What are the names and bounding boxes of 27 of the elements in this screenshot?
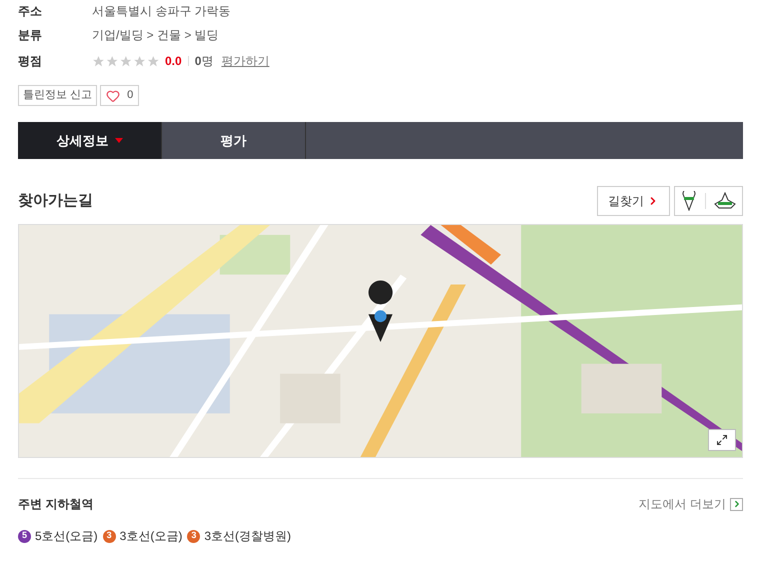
- station-name: 5호선(오금): [35, 528, 98, 545]
- station-name: 3호선(오금): [120, 528, 182, 545]
- like-button[interactable]: 0: [100, 85, 140, 106]
- chevron-icon: [730, 498, 743, 510]
- heart-icon: [106, 88, 120, 102]
- rating-score: 0.0: [165, 53, 182, 70]
- field-value: 기업/빌딩 > 건물 > 빌딩: [92, 27, 219, 44]
- field-value: 서울특별시 송파구 가락동: [92, 3, 231, 20]
- field-label: 주소: [18, 3, 43, 20]
- rate-link[interactable]: 평가하기: [221, 52, 270, 70]
- line-badge: 3: [102, 530, 116, 542]
- field-label: 분류: [18, 27, 43, 44]
- caret-icon: [114, 138, 122, 143]
- expand-map-button[interactable]: [708, 429, 736, 451]
- route-button[interactable]: 길찾기: [597, 186, 670, 216]
- line-badge: 3: [187, 530, 200, 542]
- field-label: 평점: [18, 53, 43, 70]
- pin-icon[interactable]: [681, 191, 697, 211]
- line-badge: 5: [18, 530, 31, 542]
- section-title: 주변 지하철역: [18, 496, 94, 513]
- tab[interactable]: 상세정보: [18, 122, 162, 159]
- expand-icon: [716, 434, 728, 446]
- rating-count: 0명: [194, 53, 214, 70]
- station-name: 3호선(경찰병원): [204, 528, 292, 545]
- report-button[interactable]: 틀린정보 신고: [18, 85, 98, 106]
- map-more-link[interactable]: 지도에서 더보기: [638, 495, 743, 513]
- section-title: 찾아가는길: [18, 190, 93, 211]
